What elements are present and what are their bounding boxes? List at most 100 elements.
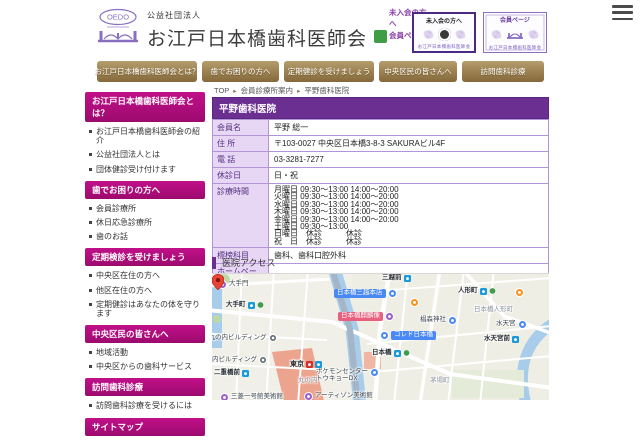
- sidebar-item[interactable]: 中央区からの歯科サービス: [85, 362, 205, 371]
- sidebar-item[interactable]: 地域活動: [85, 348, 205, 357]
- map-label-suitengumae[interactable]: 水天宮前: [484, 336, 519, 343]
- sidebar-item[interactable]: 訪問歯科診療を受けるには: [85, 401, 205, 410]
- poi-shrine-icon: [448, 316, 457, 325]
- nav-tooth-trouble[interactable]: 歯でお困りの方へ: [202, 61, 279, 82]
- map-label-otemachi[interactable]: 大手町: [226, 302, 264, 309]
- bridge-emblem-icon: [506, 29, 524, 41]
- map-label-nihonbashi-station[interactable]: 日本橋: [372, 350, 410, 357]
- map-label-mitsukoshimae[interactable]: 三越前: [382, 275, 411, 282]
- map-label-mitsukoshi[interactable]: 日本橋三越本店: [334, 289, 397, 298]
- sidebar-item[interactable]: 定期健診はあなたの体を守ります: [85, 300, 205, 318]
- emblem-icon: [438, 28, 451, 41]
- poi-museum-icon: [304, 392, 313, 400]
- hamburger-menu-icon[interactable]: [612, 5, 633, 20]
- map-label-mitsubishi-museum[interactable]: 三菱一号館美術館: [220, 393, 283, 400]
- map-label-marunouchi-bldg[interactable]: 丸の内ビルディング: [212, 356, 267, 364]
- non-member-banner[interactable]: 未入会の方へ お江戸日本橋歯科医師会: [412, 12, 476, 53]
- park-tree-icon: [257, 302, 264, 309]
- sidebar-item[interactable]: 休日応急診療所: [85, 218, 205, 227]
- sidebar-head-residents[interactable]: 中央区民の皆さんへ: [85, 325, 205, 343]
- subway-station-icon: [404, 275, 411, 282]
- map-poi-restaurant[interactable]: [515, 288, 524, 297]
- closed-days-value: 日・祝: [269, 168, 549, 184]
- nav-checkup[interactable]: 定期健診を受けましょう: [284, 61, 374, 82]
- member-page-banner[interactable]: 会員ページ お江戸日本橋歯科医師会: [483, 12, 547, 53]
- map-label-suitengu[interactable]: 水天宮: [496, 320, 527, 329]
- header-stamp-boxes: 未入会の方へ お江戸日本橋歯科医師会 会員ページ お江戸日本橋歯科医師会: [412, 12, 547, 53]
- sidebar-section-residents: 中央区民の皆さんへ 地域活動 中央区からの歯科サービス: [85, 325, 205, 371]
- lace-ornament-icon: [526, 28, 541, 41]
- map-label-kirin-statue[interactable]: 日本橋麒麟像: [338, 312, 394, 321]
- breadcrumb: TOP ▸ 会員診療所案内 ▸ 平野歯科医院: [214, 85, 349, 96]
- poi-shopping-icon: [380, 331, 389, 340]
- sidebar-head-sitemap[interactable]: サイトマップ: [85, 418, 205, 436]
- sidebar-item[interactable]: 他区在住の方へ: [85, 286, 205, 295]
- member-name: 平野 総一: [269, 120, 549, 136]
- banner-footer: お江戸日本橋歯科医師会: [418, 44, 471, 50]
- banner-title: 未入会の方へ: [426, 16, 462, 25]
- breadcrumb-separator: ▸: [233, 87, 236, 95]
- map-label-ningyocho[interactable]: 人形町: [458, 288, 496, 295]
- tel-value: 03-3281-7277: [269, 152, 549, 168]
- lace-ornament-icon: [489, 28, 504, 41]
- map-label-coredo[interactable]: コレド日本橋: [380, 331, 436, 340]
- map-label-marunouchi-area: 丸の内: [298, 378, 318, 385]
- sidebar-section-sitemap: サイトマップ: [85, 418, 205, 436]
- address-value: 〒103-0027 中央区日本橋3-8-3 SAKURAビル4F: [269, 136, 549, 152]
- row-label: 休診日: [213, 168, 269, 184]
- jr-station-icon: [306, 361, 313, 368]
- svg-text:OEDO: OEDO: [107, 13, 129, 22]
- map-label-nijubashimae[interactable]: 二重橋前: [214, 370, 249, 377]
- lace-ornament-icon: [421, 28, 436, 41]
- breadcrumb-clinic-guide[interactable]: 会員診療所案内: [241, 85, 294, 96]
- breadcrumb-current: 平野歯科医院: [304, 85, 349, 96]
- breadcrumb-separator: ▸: [297, 87, 300, 95]
- sidebar-item[interactable]: 会員診療所: [85, 204, 205, 213]
- site-title: お江戸日本橋歯科医師会: [147, 24, 367, 51]
- site-logo[interactable]: OEDO 公益社団法人 お江戸日本橋歯科医師会: [95, 8, 367, 51]
- table-row: 休診日 日・祝: [213, 168, 549, 184]
- row-label: 住 所: [213, 136, 269, 152]
- row-label: 電 話: [213, 152, 269, 168]
- map-park: [213, 315, 221, 323]
- map-label-suginomori-shrine[interactable]: 椙森神社: [420, 316, 457, 325]
- nav-about[interactable]: お江戸日本橋歯科医師会とは？: [97, 61, 197, 82]
- poi-building-icon: [259, 356, 267, 364]
- map-label-tokyo-station[interactable]: 東京: [290, 361, 322, 368]
- sidebar-item[interactable]: お江戸日本橋歯科医師会の紹介: [85, 127, 205, 145]
- nav-chuo-residents[interactable]: 中央区民の皆さんへ: [379, 61, 457, 82]
- breadcrumb-top[interactable]: TOP: [214, 86, 229, 95]
- subway-station-icon: [512, 336, 519, 343]
- map-label-artizon-museum[interactable]: アーティゾン美術館: [304, 392, 373, 400]
- sidebar-item[interactable]: 歯のお話: [85, 232, 205, 241]
- sidebar-section-visiting: 訪問歯科診療 訪問歯科診療を受けるには: [85, 378, 205, 410]
- poi-landmark-icon: [385, 312, 394, 321]
- sidebar-head-checkup[interactable]: 定期検診を受けましょう: [85, 248, 205, 266]
- map-label-shin-marunouchi-bldg[interactable]: 新丸の内ビルディング: [212, 334, 277, 342]
- sidebar-head-tooth-trouble[interactable]: 歯でお困りの方へ: [85, 181, 205, 199]
- subway-station-icon: [480, 288, 487, 295]
- map-label-kayabacho: 茅場町: [430, 378, 450, 385]
- sidebar-item[interactable]: 中央区在住の方へ: [85, 271, 205, 280]
- sidebar: お江戸日本橋歯科医師会とは？ お江戸日本橋歯科医師会の紹介 公益社団法人とは 団…: [85, 92, 205, 443]
- hours-line: 祝 日 休診 休診: [274, 238, 543, 245]
- access-map[interactable]: 大手門 大手町 三越前 日本橋三越本店 日本橋麒麟像 人形町: [212, 274, 549, 400]
- section-marker-icon: [212, 257, 216, 269]
- sidebar-head-about[interactable]: お江戸日本橋歯科医師会とは？: [85, 92, 205, 122]
- subway-station-icon: [394, 350, 401, 357]
- nav-visiting-dental[interactable]: 訪問歯科診療: [462, 61, 544, 82]
- poi-building-icon: [269, 334, 277, 342]
- clinic-location-pin-icon[interactable]: [212, 274, 224, 290]
- green-badge-icon: [374, 30, 387, 43]
- sidebar-item[interactable]: 公益社団法人とは: [85, 150, 205, 159]
- map-label-pokemon-center-line2[interactable]: トウキョーDX: [316, 376, 358, 383]
- subway-station-icon: [248, 302, 255, 309]
- sidebar-item[interactable]: 団体健診受け付けます: [85, 165, 205, 174]
- map-poi-restaurant[interactable]: [410, 298, 419, 307]
- sidebar-head-visiting[interactable]: 訪問歯科診療: [85, 378, 205, 396]
- sidebar-section-checkup: 定期検診を受けましょう 中央区在住の方へ 他区在住の方へ 定期健診はあなたの体を…: [85, 248, 205, 318]
- table-row: 電 話 03-3281-7277: [213, 152, 549, 168]
- row-label: 会員名: [213, 120, 269, 136]
- access-title: 医院アクセス: [222, 256, 276, 269]
- park-tree-icon: [489, 288, 496, 295]
